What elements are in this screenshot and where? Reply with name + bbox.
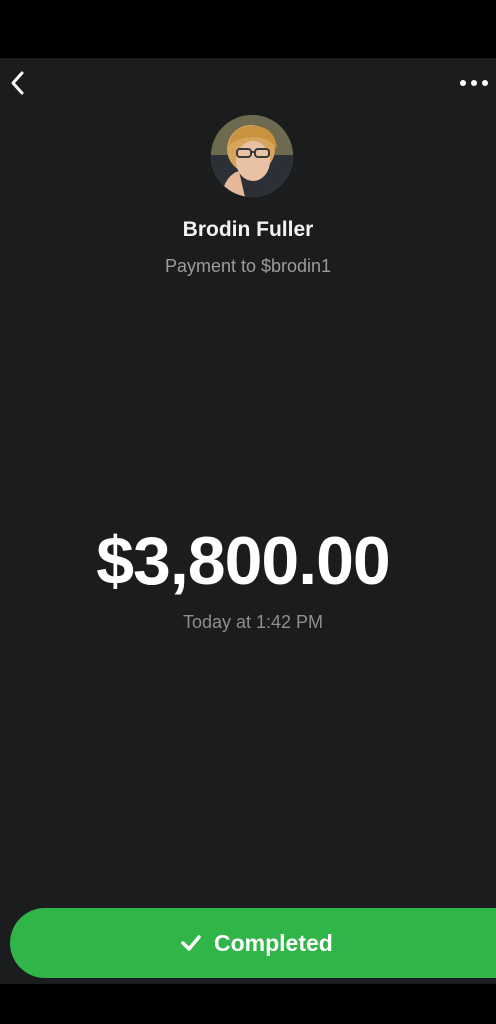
recipient-name: Brodin Fuller: [182, 218, 314, 241]
payment-amount: $3,800.00: [96, 523, 391, 599]
payment-timestamp: Today at 1:42 PM: [182, 612, 324, 632]
check-icon: [181, 935, 201, 951]
chevron-left-icon: [11, 71, 24, 95]
more-horizontal-icon: [460, 80, 488, 86]
completed-label: Completed: [214, 930, 333, 956]
payment-subtitle: Payment to $brodin1: [164, 256, 332, 276]
completed-status-button[interactable]: Completed: [10, 908, 496, 978]
back-button[interactable]: [6, 66, 28, 100]
avatar: [211, 115, 293, 197]
more-options-button[interactable]: [456, 75, 492, 91]
payment-detail-screen: [0, 58, 496, 984]
bottom-bar: [0, 984, 496, 1024]
avatar-photo: [211, 115, 293, 197]
